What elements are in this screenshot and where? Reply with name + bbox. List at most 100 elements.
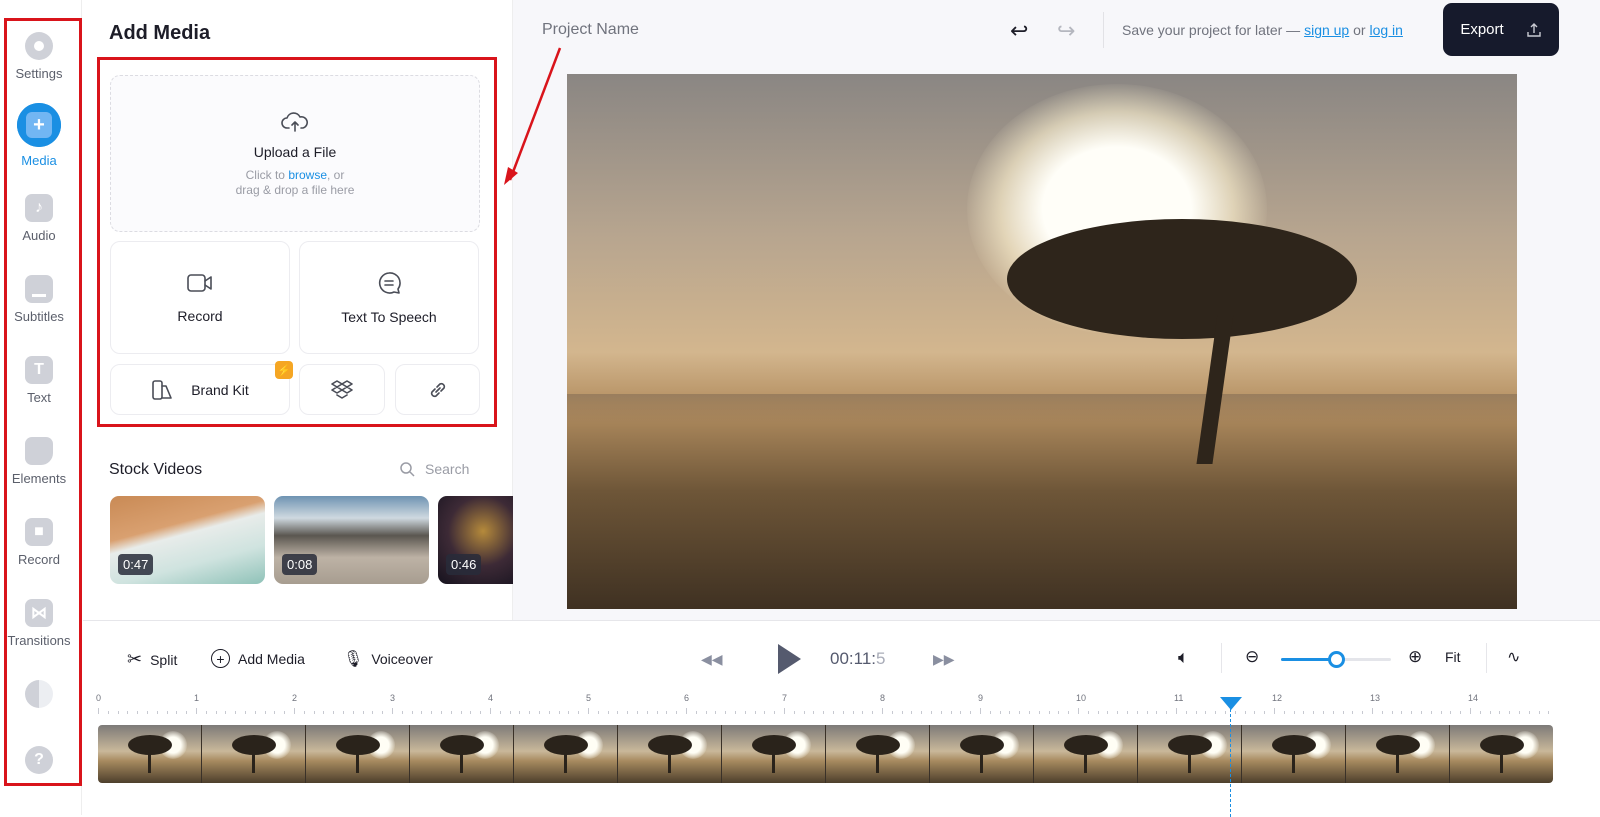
project-name-input[interactable]: Project Name <box>542 21 639 39</box>
ruler-tick <box>1038 711 1040 714</box>
ruler-label: 12 <box>1272 693 1283 703</box>
zoom-slider[interactable] <box>1281 651 1391 668</box>
sidebar-item-record[interactable]: ■ Record <box>0 518 78 567</box>
scissors-icon: ✂ <box>127 649 143 669</box>
timeline-ruler[interactable]: 0 1 2 3 4 5 6 7 8 9 10 11 12 13 14 <box>96 693 1558 719</box>
clip-frame <box>410 725 514 783</box>
ruler-tick <box>137 711 139 714</box>
sidebar-item-audio[interactable]: ♪ Audio <box>0 194 78 243</box>
ruler-tick <box>1234 711 1236 714</box>
link-icon <box>430 382 445 397</box>
log-in-link[interactable]: log in <box>1369 22 1402 38</box>
ruler-tick <box>842 711 844 714</box>
clip-frame <box>1138 725 1242 783</box>
sign-up-link[interactable]: sign up <box>1304 22 1349 38</box>
zoom-out-icon[interactable]: ⊖ <box>1245 647 1259 667</box>
video-preview[interactable] <box>567 74 1517 609</box>
help-button[interactable]: ? <box>0 746 78 780</box>
dropbox-button[interactable] <box>299 364 385 415</box>
volume-icon[interactable]: 🔈︎ <box>1178 647 1189 668</box>
sidebar-item-settings[interactable]: Settings <box>0 32 78 81</box>
rewind-icon[interactable]: ◀◀ <box>701 651 723 668</box>
ruler-tick <box>1421 711 1422 714</box>
sidebar-item-elements[interactable]: Elements <box>0 437 78 486</box>
undo-icon[interactable]: ↩ <box>1010 18 1028 44</box>
ruler-tick <box>1146 711 1148 714</box>
video-clip-track[interactable] <box>98 725 1553 783</box>
play-icon[interactable] <box>776 643 802 675</box>
ruler-tick <box>1460 711 1462 714</box>
ruler-tick <box>245 711 246 714</box>
text-icon: T <box>25 356 53 384</box>
sidebar-item-label: Media <box>21 153 57 168</box>
playhead-handle[interactable] <box>1219 697 1242 710</box>
stock-video-thumbnail[interactable]: 0:08 <box>274 496 429 584</box>
current-time: 00:11:5 <box>830 649 885 669</box>
tree-trunk <box>1396 751 1399 773</box>
ruler-tick <box>1195 711 1197 714</box>
ruler-tick <box>637 711 638 714</box>
ruler-tick <box>509 711 511 714</box>
ruler-tick <box>725 711 727 714</box>
export-button[interactable]: Export <box>1443 3 1559 56</box>
ruler-tick <box>1342 711 1344 714</box>
sidebar-item-label: Audio <box>22 228 56 243</box>
stock-video-thumbnail[interactable]: 0:47 <box>110 496 265 584</box>
ruler-tick <box>127 711 129 714</box>
ruler-tick <box>1499 711 1501 714</box>
tree-trunk <box>1500 751 1503 773</box>
ruler-tick <box>352 711 354 714</box>
text-to-speech-button[interactable]: Text To Speech <box>299 241 479 354</box>
split-button[interactable]: ✂ Split <box>127 649 177 670</box>
ruler-tick <box>225 711 227 714</box>
add-media-button[interactable]: + Add Media <box>211 649 305 668</box>
sidebar-item-filters[interactable] <box>0 680 78 718</box>
annotation-arrow <box>504 47 562 185</box>
fit-button[interactable]: Fit <box>1445 649 1461 665</box>
sidebar-item-media[interactable]: + Media <box>0 103 78 168</box>
playhead[interactable] <box>1219 697 1242 817</box>
speech-bubble-icon <box>378 271 401 294</box>
redo-icon[interactable]: ↪ <box>1057 18 1075 44</box>
link-button[interactable] <box>395 364 480 415</box>
sidebar-item-text[interactable]: T Text <box>0 356 78 405</box>
clip-frame <box>722 725 826 783</box>
zoom-slider-handle[interactable] <box>1328 651 1345 668</box>
ruler-tick <box>98 708 99 714</box>
ruler-tick <box>784 708 785 714</box>
ruler-tick <box>382 711 384 714</box>
ruler-label: 4 <box>488 693 494 703</box>
voiceover-button[interactable]: 🎙︎ Voiceover <box>343 649 433 669</box>
fast-forward-icon[interactable]: ▶▶ <box>933 651 955 668</box>
divider <box>1103 12 1104 48</box>
ruler-label: 9 <box>978 693 984 703</box>
ruler-tick <box>421 711 423 714</box>
ruler-label: 7 <box>782 693 788 703</box>
ruler-tick <box>333 711 335 714</box>
lightning-icon: ⚡ <box>275 361 293 379</box>
ruler-tick <box>1176 708 1177 714</box>
brand-kit-button[interactable]: Brand Kit ⚡ <box>110 361 293 415</box>
brand-kit-label: Brand Kit <box>191 381 249 398</box>
ruler-tick <box>529 711 531 714</box>
zoom-in-icon[interactable]: ⊕ <box>1408 647 1422 667</box>
ruler-tick <box>852 711 854 714</box>
ruler-tick <box>970 711 972 714</box>
ruler-tick <box>1097 711 1099 714</box>
ruler-tick <box>1127 711 1128 714</box>
record-button[interactable]: Record <box>110 241 290 354</box>
browse-link[interactable]: browse <box>288 168 327 182</box>
ruler-tick <box>1087 711 1089 714</box>
stock-search[interactable]: Search <box>400 461 469 477</box>
brand-kit-icon <box>152 379 173 400</box>
ruler-tick <box>362 711 364 714</box>
duration-badge: 0:46 <box>446 554 482 575</box>
waveform-icon[interactable]: ∿ <box>1507 647 1520 667</box>
ruler-tick <box>313 711 315 714</box>
sidebar-item-subtitles[interactable]: Subtitles <box>0 275 78 324</box>
ruler-tick <box>882 708 883 714</box>
stock-video-thumbnail[interactable]: 0:46 <box>438 496 513 584</box>
upload-file-dropzone[interactable]: Upload a File Click to browse, or drag &… <box>110 75 480 232</box>
sidebar-item-transitions[interactable]: ⋈ Transitions <box>0 599 78 648</box>
ruler-tick <box>999 711 1001 714</box>
